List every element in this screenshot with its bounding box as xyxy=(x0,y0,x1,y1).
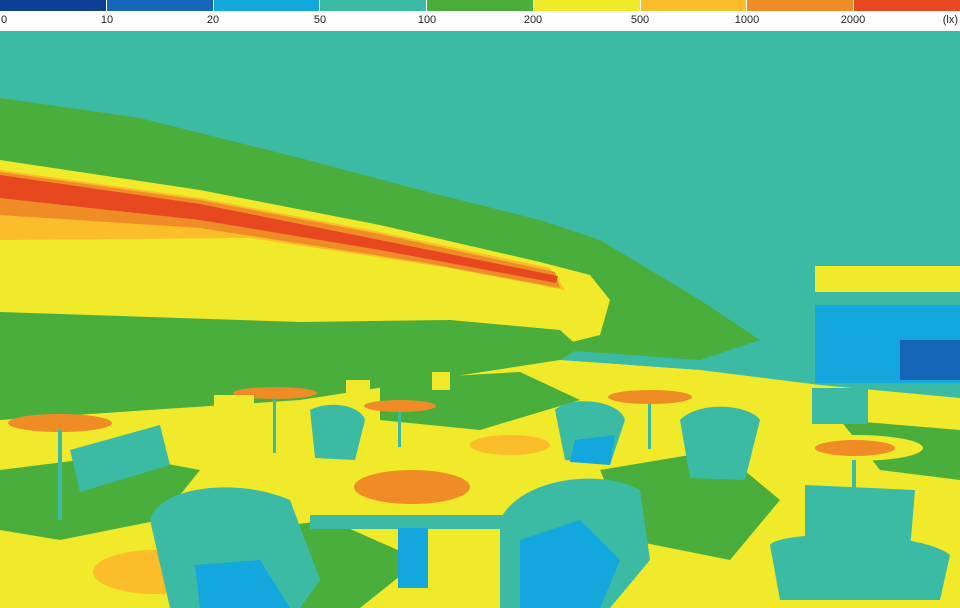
illuminance-color-scale xyxy=(0,0,960,11)
scale-label-0: 0 xyxy=(1,14,8,26)
chair-right-foreground-seat xyxy=(770,534,950,600)
scale-label-500: 500 xyxy=(630,14,650,26)
table-center-base xyxy=(310,515,520,529)
table-left-top xyxy=(8,414,112,432)
table-back-3-stem xyxy=(648,404,651,449)
chair-mid-3 xyxy=(310,404,365,460)
scale-swatch-10 xyxy=(105,0,213,11)
scale-label-200: 200 xyxy=(523,14,543,26)
scale-swatch-200 xyxy=(532,0,640,11)
right-window-yellow-strip xyxy=(815,266,960,292)
chair-back-1 xyxy=(214,395,254,423)
false-color-scene xyxy=(0,31,960,608)
scale-label-20: 20 xyxy=(206,14,220,26)
table-right-highlight xyxy=(815,440,895,456)
scale-unit-label: (lx) xyxy=(942,14,958,26)
table-back-2-stem xyxy=(398,412,401,447)
scale-label-1000: 1000 xyxy=(734,14,760,26)
table-center-stem xyxy=(398,528,428,588)
scale-label-2000: 2000 xyxy=(840,14,866,26)
scene-svg xyxy=(0,31,960,608)
chair-back-4 xyxy=(812,388,868,424)
table-center-highlight xyxy=(354,470,470,504)
table-back-1-stem xyxy=(273,398,276,453)
scale-label-50: 50 xyxy=(313,14,327,26)
chair-back-3 xyxy=(432,372,450,390)
scale-label-100: 100 xyxy=(417,14,437,26)
scale-swatch-20 xyxy=(212,0,320,11)
scale-swatch-500 xyxy=(639,0,747,11)
scale-swatch-50 xyxy=(319,0,427,11)
table-back-3-top xyxy=(608,390,692,404)
scale-swatch-1000 xyxy=(746,0,854,11)
scale-swatch-100 xyxy=(426,0,533,11)
table-left-stem xyxy=(58,430,62,520)
illuminance-scale-labels: 0 10 20 50 100 200 500 1000 2000 (lx) xyxy=(0,11,960,31)
floor-amber-pool-mid xyxy=(470,435,550,455)
scale-swatch-0 xyxy=(0,0,106,11)
table-back-2-top xyxy=(364,400,436,412)
illuminance-render-view: 0 10 20 50 100 200 500 1000 2000 (lx) xyxy=(0,0,960,608)
scale-label-10: 10 xyxy=(100,14,114,26)
right-window-navy-panel xyxy=(900,340,960,380)
chair-back-2 xyxy=(346,380,370,402)
scale-swatch-2000 xyxy=(853,0,960,11)
